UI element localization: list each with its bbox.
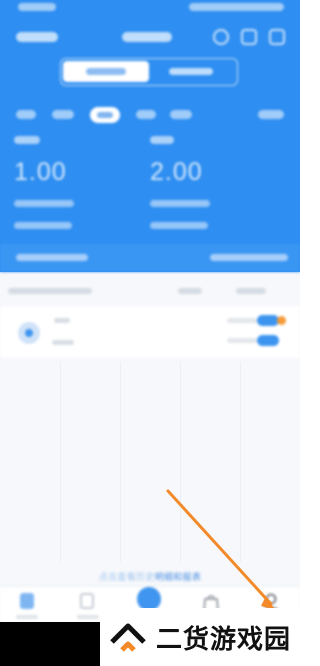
date-range (8, 288, 92, 294)
record-title (54, 318, 70, 323)
stat-sub-1 (14, 200, 74, 207)
tab-label (77, 615, 99, 619)
app-title (16, 32, 58, 42)
stat-value: 2.00 (150, 158, 203, 186)
list-filter-row (0, 280, 300, 304)
tab-active[interactable] (63, 61, 149, 82)
stat-sub-2 (14, 222, 72, 229)
watermark: 二货游戏园 (100, 608, 300, 666)
period-option[interactable] (52, 110, 74, 119)
record-note (52, 340, 74, 345)
history-report-link[interactable]: 点击查看历史明细和报表 (0, 570, 300, 584)
menu-icon[interactable] (269, 29, 285, 45)
search-icon[interactable] (213, 29, 229, 45)
status-bar (0, 0, 300, 18)
period-custom[interactable] (258, 110, 284, 119)
stat-sub-2 (150, 222, 208, 229)
sort-option[interactable] (236, 288, 266, 294)
app-screen: 1.00 2.00 点击查看历史明细和报表 二货游戏园 (0, 0, 300, 666)
view-toggle (60, 58, 238, 86)
filter-option[interactable] (178, 288, 202, 294)
period-selector (0, 107, 300, 127)
amount-badge (257, 335, 279, 346)
watermark-text: 二货游戏园 (156, 625, 292, 655)
history-link-prefix: 点击查看历史 (98, 572, 155, 582)
stat-label (14, 136, 40, 144)
period-option[interactable] (136, 110, 156, 119)
budget-link[interactable] (210, 254, 288, 261)
clipboard-icon[interactable] (78, 593, 96, 611)
period-option[interactable] (170, 110, 192, 119)
empty-grid (0, 362, 300, 562)
record-amount (227, 318, 257, 323)
period-option-active[interactable] (90, 107, 120, 123)
list-item[interactable] (0, 306, 300, 358)
record-amount (227, 338, 257, 343)
summary-header: 1.00 2.00 (0, 0, 300, 272)
status-indicators (189, 3, 284, 11)
grid-icon[interactable] (241, 29, 257, 45)
amount-badge (257, 315, 279, 326)
status-time (18, 3, 56, 11)
budget-strip (0, 244, 300, 272)
stat-income: 1.00 (14, 136, 134, 246)
period-option[interactable] (16, 110, 36, 119)
stat-value: 1.00 (14, 158, 67, 186)
history-link-text: 明细和报表 (154, 572, 202, 582)
stat-sub-1 (150, 200, 210, 207)
tab-label (16, 615, 38, 619)
stat-label (150, 136, 174, 144)
budget-info (16, 254, 88, 261)
top-bar (0, 24, 300, 52)
account-selector[interactable] (122, 32, 172, 42)
category-icon (18, 322, 40, 344)
brand-logo-icon (108, 620, 148, 659)
stat-expense: 2.00 (150, 136, 270, 246)
status-dot (277, 316, 286, 325)
home-icon[interactable] (18, 593, 36, 611)
tab-inactive[interactable] (169, 68, 213, 75)
